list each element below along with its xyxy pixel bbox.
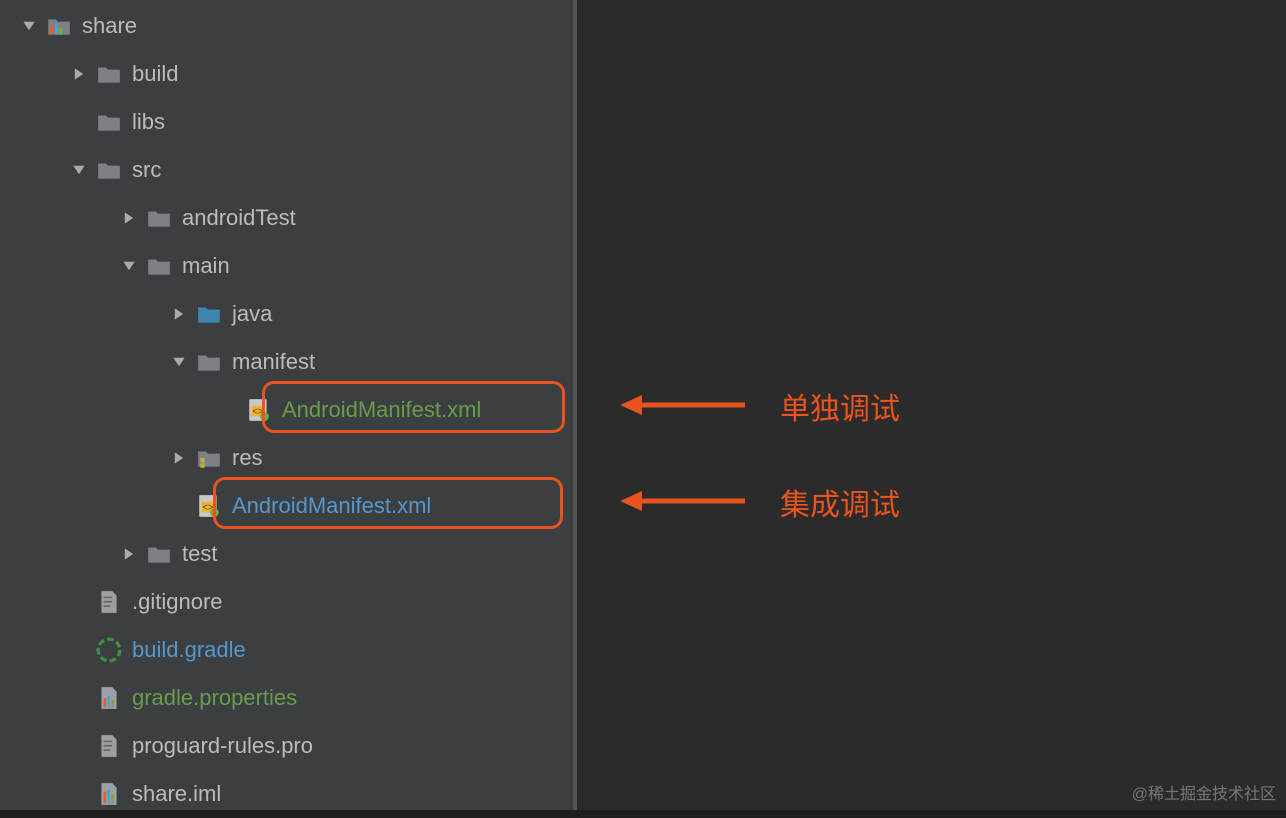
tree-item-main-xml[interactable]: <> AndroidManifest.xml [0,482,573,530]
tree-label: share.iml [132,783,221,805]
source-folder-icon [196,301,222,327]
tree-item-main[interactable]: main [0,242,573,290]
tree-label: test [182,543,217,565]
folder-icon [146,205,172,231]
tree-label: proguard-rules.pro [132,735,313,757]
tree-label: .gitignore [132,591,223,613]
tree-item-share-iml[interactable]: share.iml [0,770,573,818]
tree-item-androidtest[interactable]: androidTest [0,194,573,242]
tree-item-manifest[interactable]: manifest [0,338,573,386]
folder-icon [96,157,122,183]
tree-label: libs [132,111,165,133]
tree-label: build.gradle [132,639,246,661]
tree-label: androidTest [182,207,296,229]
tree-item-share[interactable]: share [0,2,573,50]
text-file-icon [96,589,122,615]
chevron-right-icon[interactable] [120,547,138,561]
annotation-standalone: 单独调试 [780,384,900,428]
gradle-icon [96,637,122,663]
chevron-right-icon[interactable] [170,451,188,465]
properties-file-icon [96,685,122,711]
android-manifest-icon: <> [246,397,272,423]
chevron-down-icon[interactable] [70,163,88,177]
tree-item-libs[interactable]: libs [0,98,573,146]
tree-label: res [232,447,263,469]
tree-item-proguard[interactable]: proguard-rules.pro [0,722,573,770]
project-tree-panel: share build libs [0,0,573,810]
tree-item-java[interactable]: java [0,290,573,338]
text-file-icon [96,733,122,759]
resource-folder-icon [196,445,222,471]
tree-item-build[interactable]: build [0,50,573,98]
folder-icon [146,541,172,567]
folder-icon [146,253,172,279]
tree-label: AndroidManifest.xml [232,495,431,517]
folder-icon [96,109,122,135]
panel-divider[interactable] [573,0,577,810]
chevron-down-icon[interactable] [120,259,138,273]
chevron-down-icon[interactable] [170,355,188,369]
android-manifest-icon: <> [196,493,222,519]
tree-item-src[interactable]: src [0,146,573,194]
tree-label: AndroidManifest.xml [282,399,481,421]
module-icon [46,13,72,39]
tree-label: src [132,159,161,181]
tree-item-gitignore[interactable]: .gitignore [0,578,573,626]
annotation-integration: 集成调试 [780,480,900,524]
tree-label: build [132,63,178,85]
chevron-down-icon[interactable] [20,19,38,33]
tree-item-res[interactable]: res [0,434,573,482]
tree-label: manifest [232,351,315,373]
module-file-icon [96,781,122,807]
tree-item-test[interactable]: test [0,530,573,578]
tree-label: java [232,303,272,325]
watermark: @稀土掘金技术社区 [1132,780,1276,804]
chevron-right-icon[interactable] [170,307,188,321]
tree-label: share [82,15,137,37]
chevron-right-icon[interactable] [70,67,88,81]
tree-item-gradle-props[interactable]: gradle.properties [0,674,573,722]
tree-label: main [182,255,230,277]
tree-label: gradle.properties [132,687,297,709]
file-tree: share build libs [0,0,573,818]
folder-icon [196,349,222,375]
folder-icon [96,61,122,87]
tree-item-build-gradle[interactable]: build.gradle [0,626,573,674]
editor-panel [573,0,1286,810]
tree-item-manifest-xml[interactable]: <> AndroidManifest.xml [0,386,573,434]
chevron-right-icon[interactable] [120,211,138,225]
